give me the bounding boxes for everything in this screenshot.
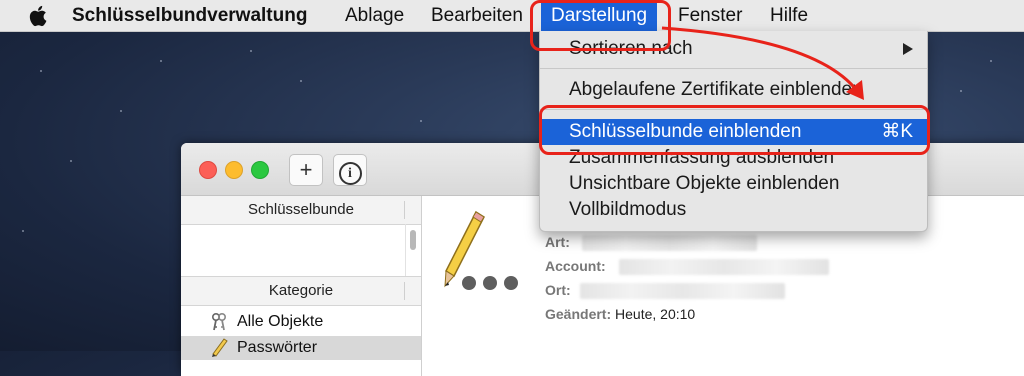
annotation-arrow-icon	[661, 26, 864, 100]
